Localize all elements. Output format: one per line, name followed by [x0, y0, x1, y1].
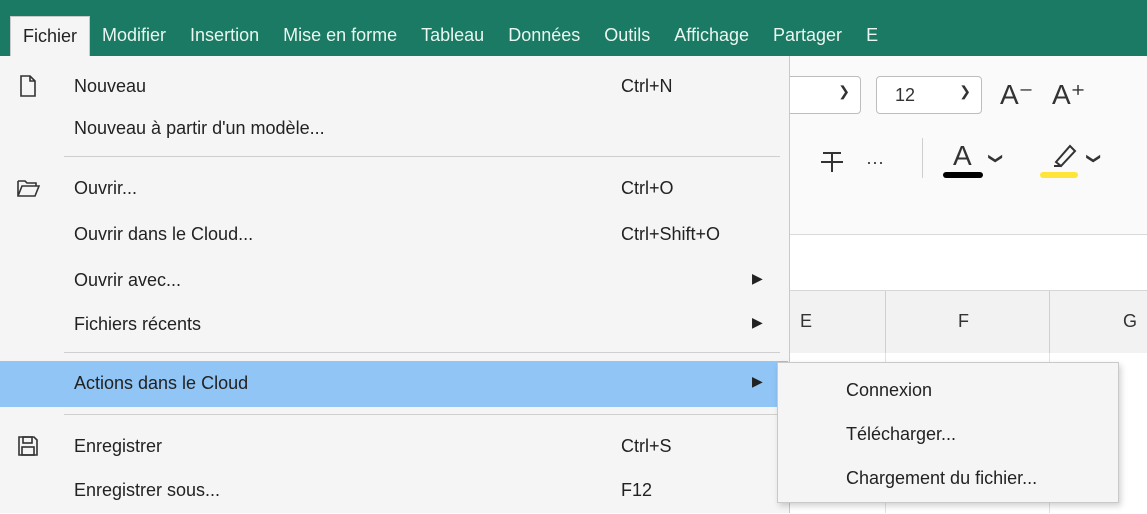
menu-item-shortcut: Ctrl+Shift+O: [621, 224, 721, 244]
menu-item-enregistrer[interactable]: Enregistrer Ctrl+S: [0, 424, 788, 470]
menu-item-label: Fichiers récents: [74, 314, 202, 334]
highlight-color-swatch: [1040, 172, 1078, 178]
column-separator: [1049, 291, 1050, 353]
menu-e[interactable]: E: [854, 16, 890, 56]
chevron-down-icon[interactable]: ❯: [987, 153, 1004, 165]
column-header-f[interactable]: F: [958, 311, 969, 332]
column-header-e[interactable]: E: [800, 311, 812, 332]
menu-separator: [64, 414, 780, 415]
menu-fichier[interactable]: Fichier: [10, 16, 91, 56]
toolbar-divider: [922, 138, 923, 178]
cloud-actions-submenu: Connexion Télécharger... Chargement du f…: [777, 362, 1119, 503]
formula-bar[interactable]: [790, 235, 1147, 289]
menu-item-fichiers-recents[interactable]: Fichiers récents ▶: [0, 302, 788, 348]
menu-item-label: Ouvrir...: [74, 178, 138, 198]
menu-item-label: Ouvrir dans le Cloud...: [74, 224, 254, 244]
menu-item-label: Ouvrir avec...: [74, 270, 182, 290]
menu-item-label: Nouveau à partir d'un modèle...: [74, 118, 325, 138]
font-color-swatch: [943, 172, 983, 178]
highlight-marker-icon[interactable]: [1050, 140, 1080, 168]
menu-outils[interactable]: Outils: [592, 16, 662, 56]
menu-item-ouvrir-cloud[interactable]: Ouvrir dans le Cloud... Ctrl+Shift+O: [0, 212, 788, 258]
menu-item-label: Actions dans le Cloud: [74, 373, 249, 393]
open-folder-icon: [17, 180, 40, 197]
submenu-item-chargement[interactable]: Chargement du fichier...: [778, 457, 1118, 501]
column-header-row: E F G: [790, 290, 1147, 354]
submenu-item-connexion[interactable]: Connexion: [778, 369, 1118, 413]
column-separator: [885, 291, 886, 353]
decrease-font-icon[interactable]: A⁻: [1000, 78, 1033, 111]
chevron-down-icon: ❯: [959, 83, 971, 99]
menu-item-shortcut: F12: [621, 480, 653, 500]
strikethrough-icon[interactable]: [820, 150, 844, 174]
increase-font-icon[interactable]: A⁺: [1052, 78, 1085, 111]
menu-item-label: Nouveau: [74, 76, 147, 96]
menu-item-enregistrer-sous[interactable]: Enregistrer sous... F12: [0, 468, 788, 514]
menu-item-nouveau[interactable]: Nouveau Ctrl+N: [0, 64, 788, 110]
menu-bar: Fichier Modifier Insertion Mise en forme…: [0, 0, 1147, 56]
submenu-arrow-icon: ▶: [752, 270, 763, 286]
menu-item-actions-cloud[interactable]: Actions dans le Cloud ▶: [0, 361, 788, 407]
menu-item-shortcut: Ctrl+N: [621, 76, 673, 96]
save-icon: [18, 436, 38, 456]
chevron-down-icon: ❯: [838, 83, 850, 99]
submenu-item-label: Connexion: [846, 380, 933, 400]
submenu-item-label: Télécharger...: [846, 424, 957, 444]
menu-item-ouvrir[interactable]: Ouvrir... Ctrl+O: [0, 166, 788, 212]
file-menu: Nouveau Ctrl+N Nouveau à partir d'un mod…: [0, 56, 790, 513]
menu-insertion[interactable]: Insertion: [178, 16, 271, 56]
menu-tableau[interactable]: Tableau: [409, 16, 496, 56]
submenu-item-label: Chargement du fichier...: [846, 468, 1038, 488]
menu-donnees[interactable]: Données: [496, 16, 592, 56]
menu-affichage[interactable]: Affichage: [662, 16, 761, 56]
menu-separator: [64, 352, 780, 353]
font-size-select[interactable]: 12 ❯: [876, 76, 982, 114]
menu-item-shortcut: Ctrl+S: [621, 436, 672, 456]
column-header-g[interactable]: G: [1123, 311, 1137, 332]
menu-mise-en-forme[interactable]: Mise en forme: [271, 16, 409, 56]
menu-item-label: Enregistrer: [74, 436, 163, 456]
font-color-icon[interactable]: A: [953, 140, 972, 172]
more-icon[interactable]: ···: [866, 152, 884, 173]
new-document-icon: [20, 75, 36, 97]
menu-separator: [64, 156, 780, 157]
menu-item-shortcut: Ctrl+O: [621, 178, 674, 198]
submenu-arrow-icon: ▶: [752, 314, 763, 330]
menu-item-label: Enregistrer sous...: [74, 480, 221, 500]
font-size-value: 12: [895, 85, 916, 105]
menu-modifier[interactable]: Modifier: [90, 16, 178, 56]
submenu-arrow-icon: ▶: [752, 373, 763, 389]
submenu-item-telecharger[interactable]: Télécharger...: [778, 413, 1118, 457]
chevron-down-icon[interactable]: ❯: [1085, 153, 1102, 165]
menu-item-ouvrir-avec[interactable]: Ouvrir avec... ▶: [0, 258, 788, 304]
menu-partager[interactable]: Partager: [761, 16, 854, 56]
menu-item-nouveau-modele[interactable]: Nouveau à partir d'un modèle...: [0, 106, 788, 152]
